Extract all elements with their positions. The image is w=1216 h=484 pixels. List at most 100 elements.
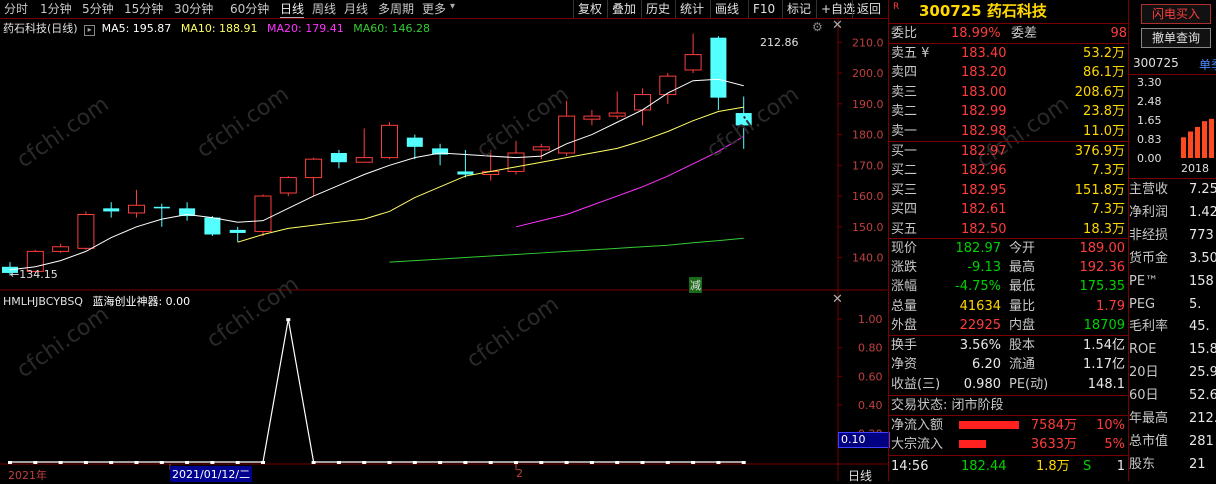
- toolbar-action-2[interactable]: 历史: [641, 0, 670, 18]
- stat2-value: 3.56%: [959, 338, 1001, 353]
- bid-price: 182.61: [961, 202, 1007, 218]
- toolbar-action-8[interactable]: 返回: [852, 0, 881, 18]
- settings-gear-icon[interactable]: ⚙: [812, 20, 823, 34]
- stat-row: 总量 41634 量比 1.79: [891, 297, 1127, 316]
- ask-price: 182.98: [961, 123, 1007, 139]
- indicator-point: [691, 461, 696, 464]
- more-dropdown-icon[interactable]: ▾: [450, 1, 455, 12]
- cancel-query-button[interactable]: 撤单查询: [1141, 28, 1211, 48]
- price-tick-label: 170.0: [852, 159, 884, 172]
- toolbar-action-4[interactable]: 画线: [710, 0, 739, 18]
- stat-label: 外盘: [891, 317, 918, 333]
- price-tick-label: 180.0: [852, 129, 884, 142]
- period-tab-4[interactable]: 30分钟: [174, 1, 213, 17]
- tick-vol: 1.8万: [1036, 459, 1070, 474]
- quote-panel: R 300725 药石科技 委比 18.99% 委差 98 卖五 ¥ 183.40…: [888, 0, 1129, 481]
- finance-row: 股东 21: [1129, 455, 1216, 475]
- toolbar-action-6[interactable]: 标记: [782, 0, 811, 18]
- period-toolbar: 分时 1分钟 5分钟 15分钟 30分钟 60分钟 日线 周线 月线 多周期 更多 ▾ 复权 叠加 历史 统计…: [0, 0, 888, 19]
- indicator-point: [615, 461, 620, 464]
- candle-body: [77, 214, 95, 249]
- candle-body: [608, 112, 626, 117]
- period-label[interactable]: 日线: [848, 467, 872, 484]
- bar-axis-label: 2.48: [1137, 95, 1162, 108]
- period-tab-5[interactable]: 60分钟: [230, 1, 269, 17]
- stat-value: 1.79: [1096, 298, 1125, 314]
- period-tab-3[interactable]: 15分钟: [124, 1, 163, 17]
- finance-panel: 闪电买入 撤单查询 300725 单季 3.30 2.48 1.65 0.83 0.00…: [1128, 0, 1216, 481]
- period-tab-7[interactable]: 周线: [312, 1, 336, 17]
- indicator-point: [311, 461, 316, 464]
- tick-price: 182.44: [961, 459, 1007, 474]
- ask-row[interactable]: 卖五 ¥ 183.40 53.2万: [891, 44, 1127, 63]
- collapse-icon[interactable]: ▸: [84, 25, 96, 36]
- kline-chart[interactable]: 210.0 200.0 190.0 180.0 170.0 160.0 150.0 140.0…: [0, 18, 888, 481]
- quarterly-bar: [1188, 131, 1193, 158]
- finance-label: 货币金: [1129, 250, 1169, 266]
- bid-row[interactable]: 买四 182.61 7.3万: [891, 200, 1127, 219]
- finance-value: 158: [1189, 273, 1214, 289]
- stat2-value: 1.54亿: [1083, 338, 1125, 353]
- stat-row: 涨跌 -9.13 最高 192.36: [891, 258, 1127, 277]
- candle-body: [128, 204, 145, 214]
- flow-row: 大宗流入 3633万 5%: [891, 435, 1127, 454]
- indicator-point: [438, 461, 443, 464]
- quarterly-bar-chart: [1181, 118, 1214, 158]
- finance-label: PEG: [1129, 296, 1156, 312]
- period-tab-0[interactable]: 分时: [4, 1, 28, 17]
- toolbar-action-0[interactable]: 复权: [573, 0, 602, 18]
- indicator-point: [58, 461, 63, 464]
- close-icon[interactable]: ✕: [832, 18, 843, 33]
- finance-row: 总市值 281: [1129, 432, 1216, 452]
- ma60-line: [389, 237, 744, 263]
- finance-value: 7.25: [1189, 182, 1216, 197]
- ask-row[interactable]: 卖一 182.98 11.0万: [891, 122, 1127, 141]
- bid-row[interactable]: 买五 182.50 18.3万: [891, 220, 1127, 239]
- ask-row[interactable]: 卖三 183.00 208.6万: [891, 83, 1127, 102]
- toolbar-action-5[interactable]: F10: [748, 0, 775, 18]
- stat2-row: 换手 3.56% 股本 1.54亿: [891, 336, 1127, 355]
- period-tab-10[interactable]: 更多: [422, 1, 446, 17]
- stat2-row: 收益(三) 0.980 PE(动) 148.1: [891, 375, 1127, 394]
- stat2-value: 0.980: [963, 376, 1001, 392]
- toolbar-action-1[interactable]: 叠加: [607, 0, 636, 18]
- date-mark: 2: [516, 467, 523, 480]
- finance-row: 毛利率 45.: [1129, 317, 1216, 337]
- indicator-close-icon[interactable]: ✕: [832, 292, 843, 307]
- candle-body: [659, 75, 677, 96]
- tick-side: S: [1083, 459, 1092, 474]
- tick-count: 1: [1116, 459, 1125, 474]
- candle-body: [735, 113, 752, 126]
- bid-row[interactable]: 买一 182.97 376.9万: [891, 142, 1127, 161]
- bid-row[interactable]: 买二 182.96 7.3万: [891, 161, 1127, 180]
- price-tick-label: 200.0: [852, 67, 884, 80]
- toolbar-action-3[interactable]: 统计: [675, 0, 704, 18]
- candle-body: [279, 177, 297, 194]
- toolbar-action-7[interactable]: +自选: [816, 0, 855, 18]
- high-marker: 212.86: [760, 36, 799, 49]
- ask-volume: 11.0万: [1083, 123, 1125, 139]
- bar-axis-label: 3.30: [1137, 76, 1162, 89]
- period-tab-2[interactable]: 5分钟: [82, 1, 114, 17]
- finance-value: 3.50: [1189, 250, 1216, 266]
- flash-buy-button[interactable]: 闪电买入: [1141, 4, 1211, 24]
- ask-row[interactable]: 卖四 183.20 86.1万: [891, 63, 1127, 82]
- kline-chart-area[interactable]: 210.0 200.0 190.0 180.0 170.0 160.0 150.0 140.0…: [0, 18, 890, 484]
- candle-body: [684, 54, 702, 71]
- indicator-point: [134, 461, 139, 464]
- period-tab-8[interactable]: 月线: [344, 1, 368, 17]
- period-tab-6[interactable]: 日线: [280, 1, 305, 18]
- period-tab-9[interactable]: 多周期: [378, 1, 414, 17]
- tab-quarterly[interactable]: 单季: [1199, 56, 1216, 73]
- bid-row[interactable]: 买三 182.95 151.8万: [891, 181, 1127, 200]
- indicator-point: [716, 461, 721, 464]
- indicator-point: [261, 461, 265, 464]
- ask-volume: 53.2万: [1083, 46, 1125, 61]
- ma5-label: MA5: 195.87: [101, 22, 172, 35]
- finance-label: 主营收: [1129, 182, 1169, 197]
- stat2-value: 1.17亿: [1083, 357, 1125, 373]
- bid-label: 买五: [891, 221, 918, 237]
- trade-status: 闭市阶段: [951, 398, 1004, 413]
- period-tab-1[interactable]: 1分钟: [40, 1, 72, 17]
- ask-row[interactable]: 卖二 182.99 23.8万: [891, 102, 1127, 121]
